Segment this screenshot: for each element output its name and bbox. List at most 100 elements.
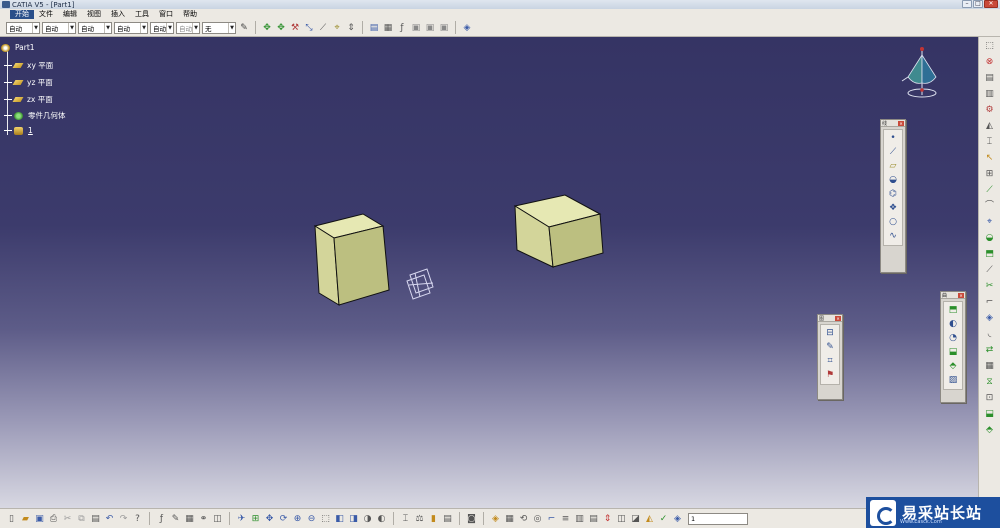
publish-icon[interactable]: ◫ bbox=[212, 513, 223, 525]
open-icon[interactable]: ▰ bbox=[20, 513, 31, 525]
point-icon[interactable]: • bbox=[888, 133, 899, 144]
analysis-icon[interactable]: ◈ bbox=[461, 22, 473, 34]
menu-start[interactable]: 开始 bbox=[10, 9, 34, 19]
chevron-down-icon[interactable]: ▼ bbox=[166, 22, 173, 33]
catalog-icon[interactable]: ◈ bbox=[490, 513, 501, 525]
knowledge-icon[interactable]: ▣ bbox=[410, 22, 422, 34]
extract-icon[interactable]: ◈ bbox=[984, 312, 996, 324]
menu-edit[interactable]: 编辑 bbox=[58, 10, 82, 19]
loft-icon[interactable]: ⬘ bbox=[948, 361, 959, 372]
menu-file[interactable]: 文件 bbox=[34, 10, 58, 19]
annotation-icon[interactable]: ⊟ bbox=[825, 328, 836, 339]
link-icon[interactable]: ⚭ bbox=[198, 513, 209, 525]
close-button[interactable]: ✕ bbox=[984, 0, 998, 8]
zoom-in-icon[interactable]: ⊕ bbox=[292, 513, 303, 525]
measure-between-icon[interactable]: ⇕ bbox=[345, 22, 357, 34]
swap-space-icon[interactable]: ◐ bbox=[376, 513, 387, 525]
sketch-icon[interactable]: ▤ bbox=[984, 72, 996, 84]
inertia-icon[interactable]: ⚖ bbox=[414, 513, 425, 525]
check-icon[interactable]: ▣ bbox=[438, 22, 450, 34]
sheet-icon[interactable]: ▤ bbox=[588, 513, 599, 525]
pan-icon[interactable]: ✥ bbox=[275, 22, 287, 34]
annotation-icon[interactable]: ◭ bbox=[644, 513, 655, 525]
camera-icon[interactable]: ◙ bbox=[466, 513, 477, 525]
iso-view-icon[interactable]: ◧ bbox=[334, 513, 345, 525]
painter-icon[interactable]: ✎ bbox=[238, 22, 250, 34]
axis-to-axis-icon[interactable]: ⬘ bbox=[984, 424, 996, 436]
menu-insert[interactable]: 插入 bbox=[106, 10, 130, 19]
lock-icon[interactable]: ▤ bbox=[442, 513, 453, 525]
menu-window[interactable]: 窗口 bbox=[154, 10, 178, 19]
solid-block-left[interactable] bbox=[313, 213, 390, 306]
rule-icon[interactable]: ▣ bbox=[424, 22, 436, 34]
measure-icon[interactable]: ⌖ bbox=[331, 22, 343, 34]
axis-icon[interactable]: ⌖ bbox=[984, 216, 996, 228]
line-edit-icon[interactable]: ⟋ bbox=[984, 184, 996, 196]
symmetry-icon[interactable]: ⧖ bbox=[984, 376, 996, 388]
hide-show-icon[interactable]: ◑ bbox=[362, 513, 373, 525]
grid-icon[interactable]: ≡ bbox=[560, 513, 571, 525]
profile-icon[interactable]: ⌒ bbox=[984, 200, 996, 212]
transparency-combo[interactable]: 自动 ▼ bbox=[42, 21, 76, 34]
formula-icon[interactable]: ƒ bbox=[396, 22, 408, 34]
close-icon[interactable]: ✕ bbox=[835, 315, 841, 321]
chevron-down-icon[interactable]: ▼ bbox=[104, 22, 111, 33]
close-icon[interactable]: ✕ bbox=[958, 292, 964, 298]
color-combo[interactable]: 自动 ▼ bbox=[6, 21, 40, 34]
wireframe-toolbar[interactable]: 线 ✕ • ⟋ ▱ ◒ ⌬ ❖ ○ ∿ bbox=[880, 119, 906, 273]
pattern-icon[interactable]: ▦ bbox=[984, 360, 996, 372]
fit-all-icon[interactable]: ⊞ bbox=[250, 513, 261, 525]
save-icon[interactable]: ▣ bbox=[34, 513, 45, 525]
move-icon[interactable]: ✥ bbox=[261, 22, 273, 34]
axis-icon[interactable]: ⌐ bbox=[546, 513, 557, 525]
apply-material-icon[interactable]: ▮ bbox=[428, 513, 439, 525]
scaling-icon[interactable]: ⊡ bbox=[984, 392, 996, 404]
line-type-combo[interactable]: 自动 ▼ bbox=[114, 21, 148, 34]
redo-icon[interactable]: ↷ bbox=[118, 513, 129, 525]
image-icon[interactable]: ◪ bbox=[630, 513, 641, 525]
select-icon[interactable]: ⬚ bbox=[984, 40, 996, 52]
constraint-icon[interactable]: ⊞ bbox=[984, 168, 996, 180]
extrude-icon[interactable]: ⬒ bbox=[948, 305, 959, 316]
axis-system-icon[interactable] bbox=[406, 268, 434, 300]
copy-icon[interactable]: ⧉ bbox=[76, 513, 87, 525]
projection-icon[interactable]: ◒ bbox=[888, 175, 899, 186]
spline-icon[interactable]: ∿ bbox=[888, 231, 899, 242]
annotation-toolbar[interactable]: 图 ✕ ⊟ ✎ ⌗ ⚑ bbox=[817, 314, 843, 400]
rotate-icon[interactable]: ⟳ bbox=[278, 513, 289, 525]
whats-this-icon[interactable]: ? bbox=[132, 513, 143, 525]
trim-icon[interactable]: ✂ bbox=[984, 280, 996, 292]
line-thickness-combo[interactable]: 自动 ▼ bbox=[78, 21, 112, 34]
catalog-icon[interactable]: ▤ bbox=[368, 22, 380, 34]
reorder-icon[interactable]: ⟲ bbox=[518, 513, 529, 525]
flag-note-icon[interactable]: ⚑ bbox=[825, 370, 836, 381]
sweep-icon[interactable]: ◔ bbox=[948, 333, 959, 344]
comment-icon[interactable]: ✎ bbox=[170, 513, 181, 525]
3d-viewport[interactable]: Part1 xy 平面 yz 平面 zx 平面 零件几何体 1 线 ✕ • ⟋ … bbox=[0, 37, 978, 508]
rendering-style-combo[interactable]: 自动 ▼ bbox=[176, 21, 200, 34]
paste-icon[interactable]: ▤ bbox=[90, 513, 101, 525]
table-icon[interactable]: ▦ bbox=[382, 22, 394, 34]
exit-workbench-icon[interactable]: ⊗ bbox=[984, 56, 996, 68]
close-icon[interactable]: ✕ bbox=[898, 120, 904, 126]
cut-icon[interactable]: ✂ bbox=[62, 513, 73, 525]
minimize-button[interactable]: – bbox=[962, 0, 972, 8]
compass-icon[interactable] bbox=[901, 47, 937, 98]
power-input-field[interactable]: 1 bbox=[688, 512, 748, 525]
line-icon[interactable]: ⟋ bbox=[888, 147, 899, 158]
shading-icon[interactable]: ◨ bbox=[348, 513, 359, 525]
snap-icon[interactable]: ⚒ bbox=[289, 22, 301, 34]
boundary-icon[interactable]: ⌐ bbox=[984, 296, 996, 308]
blend-icon[interactable]: ▨ bbox=[948, 375, 959, 386]
chevron-down-icon[interactable]: ▼ bbox=[192, 22, 199, 33]
pan-icon[interactable]: ✥ bbox=[264, 513, 275, 525]
check-icon[interactable]: ✓ bbox=[658, 513, 669, 525]
pointer-icon[interactable]: ↖ bbox=[984, 152, 996, 164]
stack-icon[interactable]: ▥ bbox=[574, 513, 585, 525]
fly-icon[interactable]: ✈ bbox=[236, 513, 247, 525]
thread-icon[interactable]: ⇕ bbox=[602, 513, 613, 525]
new-icon[interactable]: ▯ bbox=[6, 513, 17, 525]
surface-icon[interactable]: ◒ bbox=[984, 232, 996, 244]
fillet-icon[interactable]: ◟ bbox=[984, 328, 996, 340]
chevron-down-icon[interactable]: ▼ bbox=[228, 22, 235, 33]
